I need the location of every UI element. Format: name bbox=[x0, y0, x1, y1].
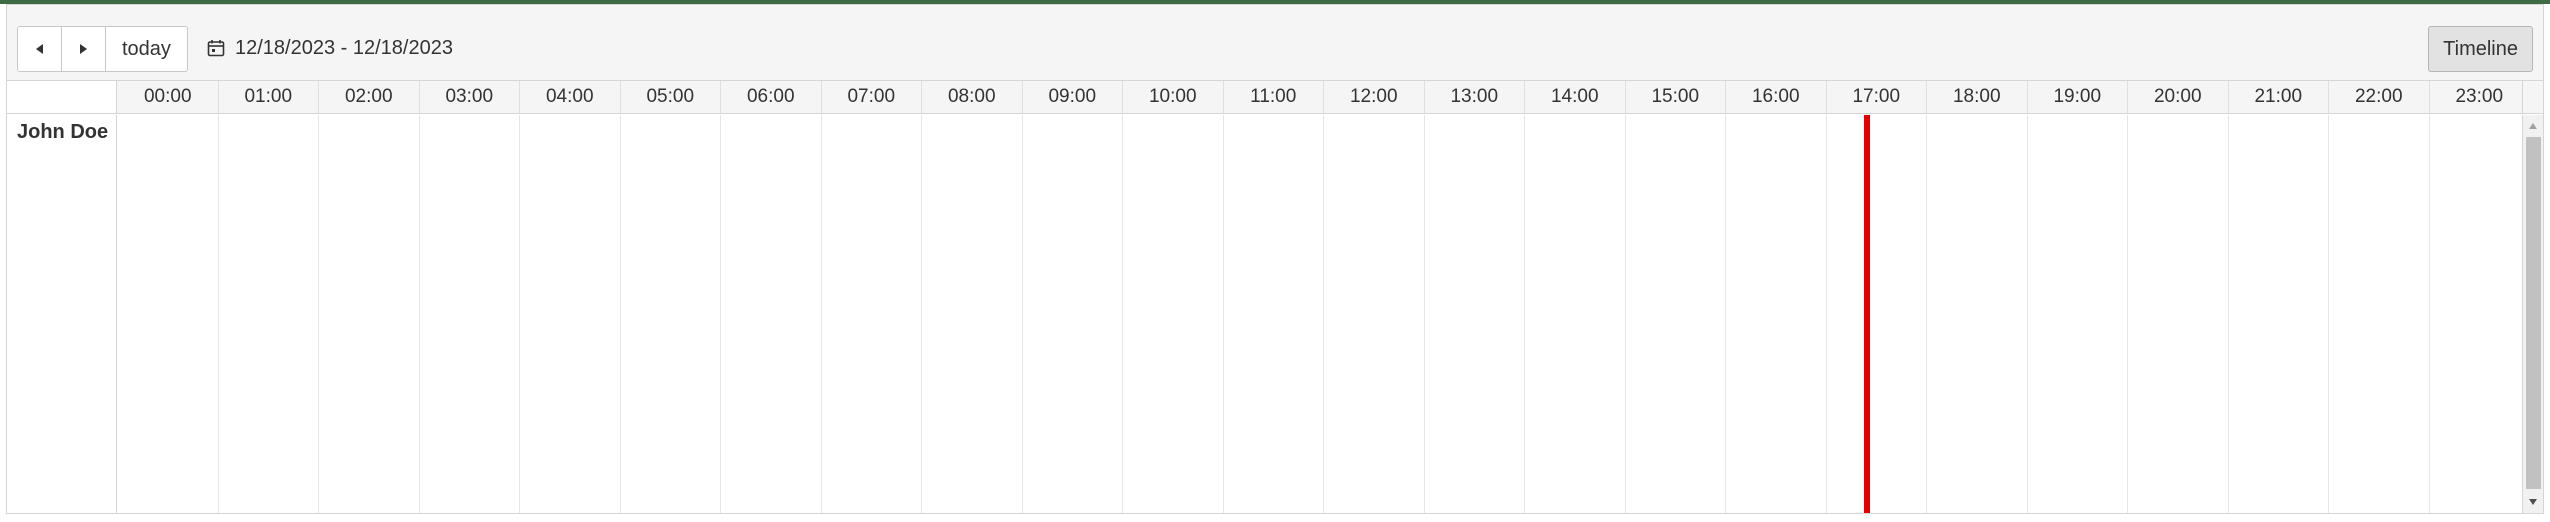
hour-header-cell: 04:00 bbox=[520, 81, 621, 113]
timeline-slot[interactable] bbox=[1726, 115, 1827, 513]
hour-header-cell: 15:00 bbox=[1626, 81, 1726, 113]
view-timeline-button[interactable]: Timeline bbox=[2428, 26, 2533, 72]
hour-header-cell: 23:00 bbox=[2430, 81, 2530, 113]
timeline-slot[interactable] bbox=[1425, 115, 1525, 513]
resource-name: John Doe bbox=[17, 121, 109, 143]
hour-header-cell: 08:00 bbox=[922, 81, 1023, 113]
hour-header-cell: 09:00 bbox=[1023, 81, 1123, 113]
caret-right-icon bbox=[80, 44, 87, 54]
scroll-thumb[interactable] bbox=[2526, 137, 2541, 489]
timeline-body: John Doe bbox=[7, 115, 2543, 513]
hour-header-cell: 16:00 bbox=[1726, 81, 1827, 113]
hour-header-cell: 21:00 bbox=[2229, 81, 2329, 113]
hour-header-cell: 12:00 bbox=[1324, 81, 1425, 113]
timeline-slot[interactable] bbox=[1123, 115, 1224, 513]
hour-header-cell: 18:00 bbox=[1927, 81, 2028, 113]
vertical-scrollbar[interactable] bbox=[2522, 115, 2543, 513]
timeline-slot[interactable] bbox=[219, 115, 319, 513]
resource-column: John Doe bbox=[7, 115, 117, 513]
hour-header-cell: 11:00 bbox=[1224, 81, 1324, 113]
scheduler-toolbar: today 12/18/2023 - 12/18/2023 Timeline bbox=[7, 5, 2543, 81]
hour-header-cell: 17:00 bbox=[1827, 81, 1927, 113]
current-time-indicator bbox=[1863, 115, 1870, 513]
header-scroll-spacer bbox=[2522, 81, 2543, 113]
timeline-slot[interactable] bbox=[319, 115, 420, 513]
timeline-slot[interactable] bbox=[1224, 115, 1324, 513]
timeline-slot[interactable] bbox=[520, 115, 621, 513]
hour-header-cell: 05:00 bbox=[621, 81, 721, 113]
hour-header-cell: 06:00 bbox=[721, 81, 822, 113]
header-corner bbox=[7, 81, 117, 113]
timeline-slot[interactable] bbox=[2028, 115, 2128, 513]
timeline-slot[interactable] bbox=[1626, 115, 1726, 513]
time-header: 00:00 01:00 02:00 03:00 04:00 05:00 06:00 07:00… bbox=[7, 81, 2543, 114]
timeline-slot[interactable] bbox=[621, 115, 721, 513]
timeline-slot[interactable] bbox=[2329, 115, 2430, 513]
timeline-slot[interactable] bbox=[2430, 115, 2530, 513]
timeline-slot[interactable] bbox=[822, 115, 922, 513]
hour-header-cell: 02:00 bbox=[319, 81, 420, 113]
timeline-slot[interactable] bbox=[2128, 115, 2229, 513]
date-range-label: 12/18/2023 - 12/18/2023 bbox=[235, 36, 453, 59]
navigation-group: today bbox=[17, 26, 188, 72]
hour-header-cell: 19:00 bbox=[2028, 81, 2128, 113]
timeline-slot[interactable] bbox=[1827, 115, 1927, 513]
hour-header-cell: 22:00 bbox=[2329, 81, 2430, 113]
date-range-picker[interactable]: 12/18/2023 - 12/18/2023 bbox=[207, 33, 453, 63]
hour-header-cell: 14:00 bbox=[1525, 81, 1626, 113]
timeline-slot[interactable] bbox=[721, 115, 822, 513]
timeline-slot[interactable] bbox=[1525, 115, 1626, 513]
calendar-icon bbox=[207, 40, 225, 57]
previous-button[interactable] bbox=[18, 27, 62, 71]
hour-header-cell: 00:00 bbox=[118, 81, 219, 113]
hour-header-cell: 13:00 bbox=[1425, 81, 1525, 113]
hour-header-cell: 03:00 bbox=[420, 81, 520, 113]
today-button[interactable]: today bbox=[106, 27, 187, 71]
hour-header-cell: 07:00 bbox=[822, 81, 922, 113]
scroll-down-arrow-icon[interactable] bbox=[2529, 499, 2537, 505]
timeline-slot[interactable] bbox=[1927, 115, 2028, 513]
scroll-up-arrow-icon[interactable] bbox=[2529, 123, 2537, 129]
next-button[interactable] bbox=[62, 27, 106, 71]
timeline-slot[interactable] bbox=[420, 115, 520, 513]
timeline-slot[interactable] bbox=[118, 115, 219, 513]
timeline-slot[interactable] bbox=[1023, 115, 1123, 513]
timeline-slot[interactable] bbox=[2229, 115, 2329, 513]
timeline-slot[interactable] bbox=[922, 115, 1023, 513]
hour-header-cell: 01:00 bbox=[219, 81, 319, 113]
timeline-slot[interactable] bbox=[1324, 115, 1425, 513]
hour-header-cell: 20:00 bbox=[2128, 81, 2229, 113]
scheduler: today 12/18/2023 - 12/18/2023 Timeline 0… bbox=[6, 4, 2544, 514]
caret-left-icon bbox=[36, 44, 43, 54]
hour-header-cell: 10:00 bbox=[1123, 81, 1224, 113]
